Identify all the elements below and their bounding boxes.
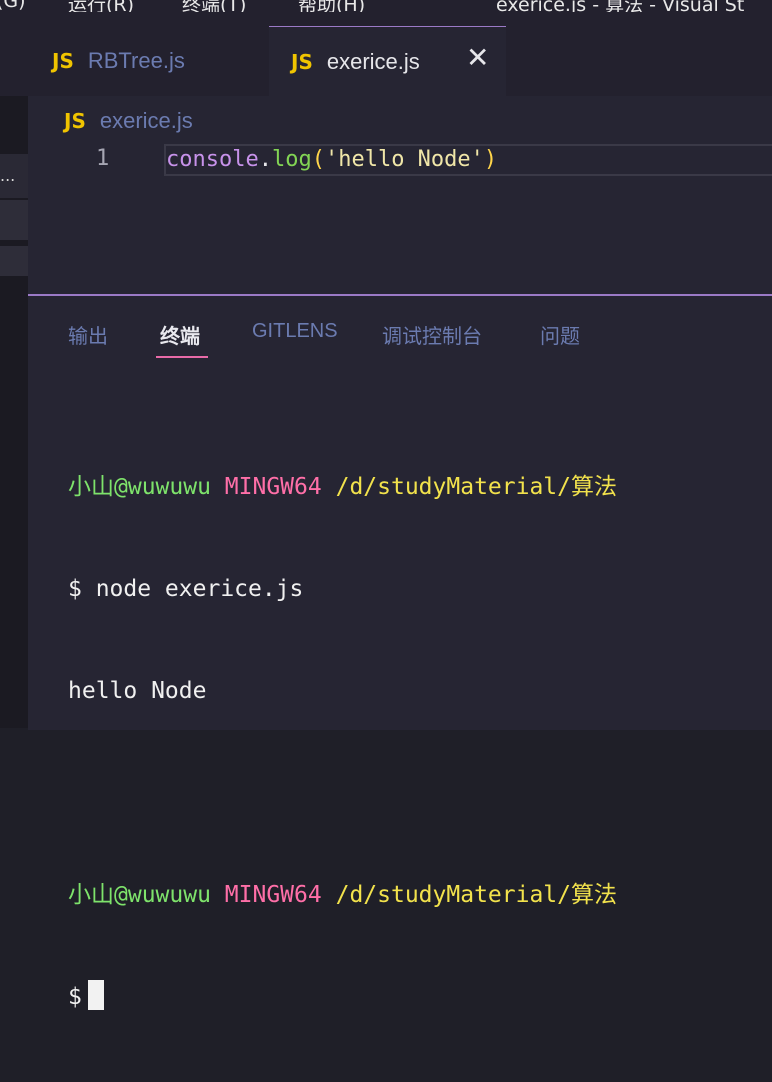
breadcrumb[interactable]: JS exerice.js: [64, 108, 193, 134]
bottom-panel: 输出 终端 GITLENS 调试控制台 问题 小山@wuwuwu MINGW64…: [28, 294, 772, 1010]
code-token-paren-open: (: [311, 147, 325, 172]
terminal-command-line: $ node exerice.js: [68, 576, 304, 602]
tab-label: exerice.js: [326, 48, 420, 74]
window-title: exerice.js - 算法 - Visual St: [496, 0, 745, 12]
panel-tab-debug-console[interactable]: 调试控制台: [382, 320, 482, 349]
terminal-prompt-line: 小山@wuwuwu MINGW64 /d/studyMaterial/算法: [68, 470, 617, 504]
code-token-dot: .: [258, 147, 272, 172]
sidebar-row[interactable]: [0, 246, 28, 276]
prompt-path: /d/studyMaterial/算法: [335, 474, 617, 500]
terminal-input-line[interactable]: $: [68, 980, 617, 1014]
code-token-paren-close: ): [483, 147, 498, 172]
javascript-file-icon: JS: [64, 109, 86, 133]
close-icon[interactable]: ✕: [466, 44, 489, 72]
menu-item-run[interactable]: 运行(R): [68, 0, 134, 12]
editor-tab-bar: JS RBTree.js JS exerice.js ✕: [0, 12, 772, 96]
active-tab-indicator: [156, 356, 208, 358]
menu-item-help[interactable]: 帮助(H): [298, 0, 365, 12]
terminal-output-line: hello Node: [68, 678, 207, 704]
code-token-identifier: console: [166, 147, 259, 172]
tab-exerice-js[interactable]: JS exerice.js ✕: [269, 26, 506, 96]
menu-item-terminal[interactable]: 终端(T): [182, 0, 246, 12]
javascript-file-icon: JS: [52, 49, 74, 73]
prompt-user: 小山@wuwuwu: [68, 474, 211, 500]
tab-rbtree-js[interactable]: JS RBTree.js: [52, 26, 185, 96]
tab-label: RBTree.js: [87, 48, 185, 73]
panel-tab-gitlens[interactable]: GITLENS: [252, 320, 338, 343]
panel-tab-output[interactable]: 输出: [68, 320, 108, 349]
prompt-path: /d/studyMaterial/算法: [335, 882, 617, 908]
terminal-prompt-line: 小山@wuwuwu MINGW64 /d/studyMaterial/算法: [68, 878, 617, 912]
panel-tab-terminal[interactable]: 终端: [160, 320, 200, 349]
breadcrumb-file[interactable]: exerice.js: [100, 108, 193, 134]
prompt-host: MINGW64: [224, 882, 322, 908]
javascript-file-icon: JS: [291, 49, 313, 74]
code-token-function: log: [271, 147, 312, 172]
panel-tab-problems[interactable]: 问题: [540, 320, 580, 349]
terminal-output[interactable]: 小山@wuwuwu MINGW64 /d/studyMaterial/算法 $ …: [68, 402, 617, 1082]
title-bar: (G) 运行(R) 终端(T) 帮助(H) exerice.js - 算法 - …: [0, 0, 772, 12]
prompt-user: 小山@wuwuwu: [68, 882, 211, 908]
sidebar-truncated-item[interactable]: ...: [0, 154, 28, 198]
menu-item-go[interactable]: (G): [0, 0, 26, 12]
code-editor[interactable]: JS exerice.js 1 console.log('hello Node'…: [28, 96, 772, 294]
code-line[interactable]: console.log('hello Node'): [164, 144, 772, 176]
terminal-cursor: [87, 980, 104, 1010]
prompt-host: MINGW64: [224, 474, 322, 500]
prompt-symbol: $: [68, 984, 82, 1010]
sidebar-row[interactable]: [0, 200, 28, 240]
line-number: 1: [96, 146, 110, 171]
sidebar: ...: [0, 96, 28, 728]
code-token-string: 'hello Node': [324, 147, 484, 172]
